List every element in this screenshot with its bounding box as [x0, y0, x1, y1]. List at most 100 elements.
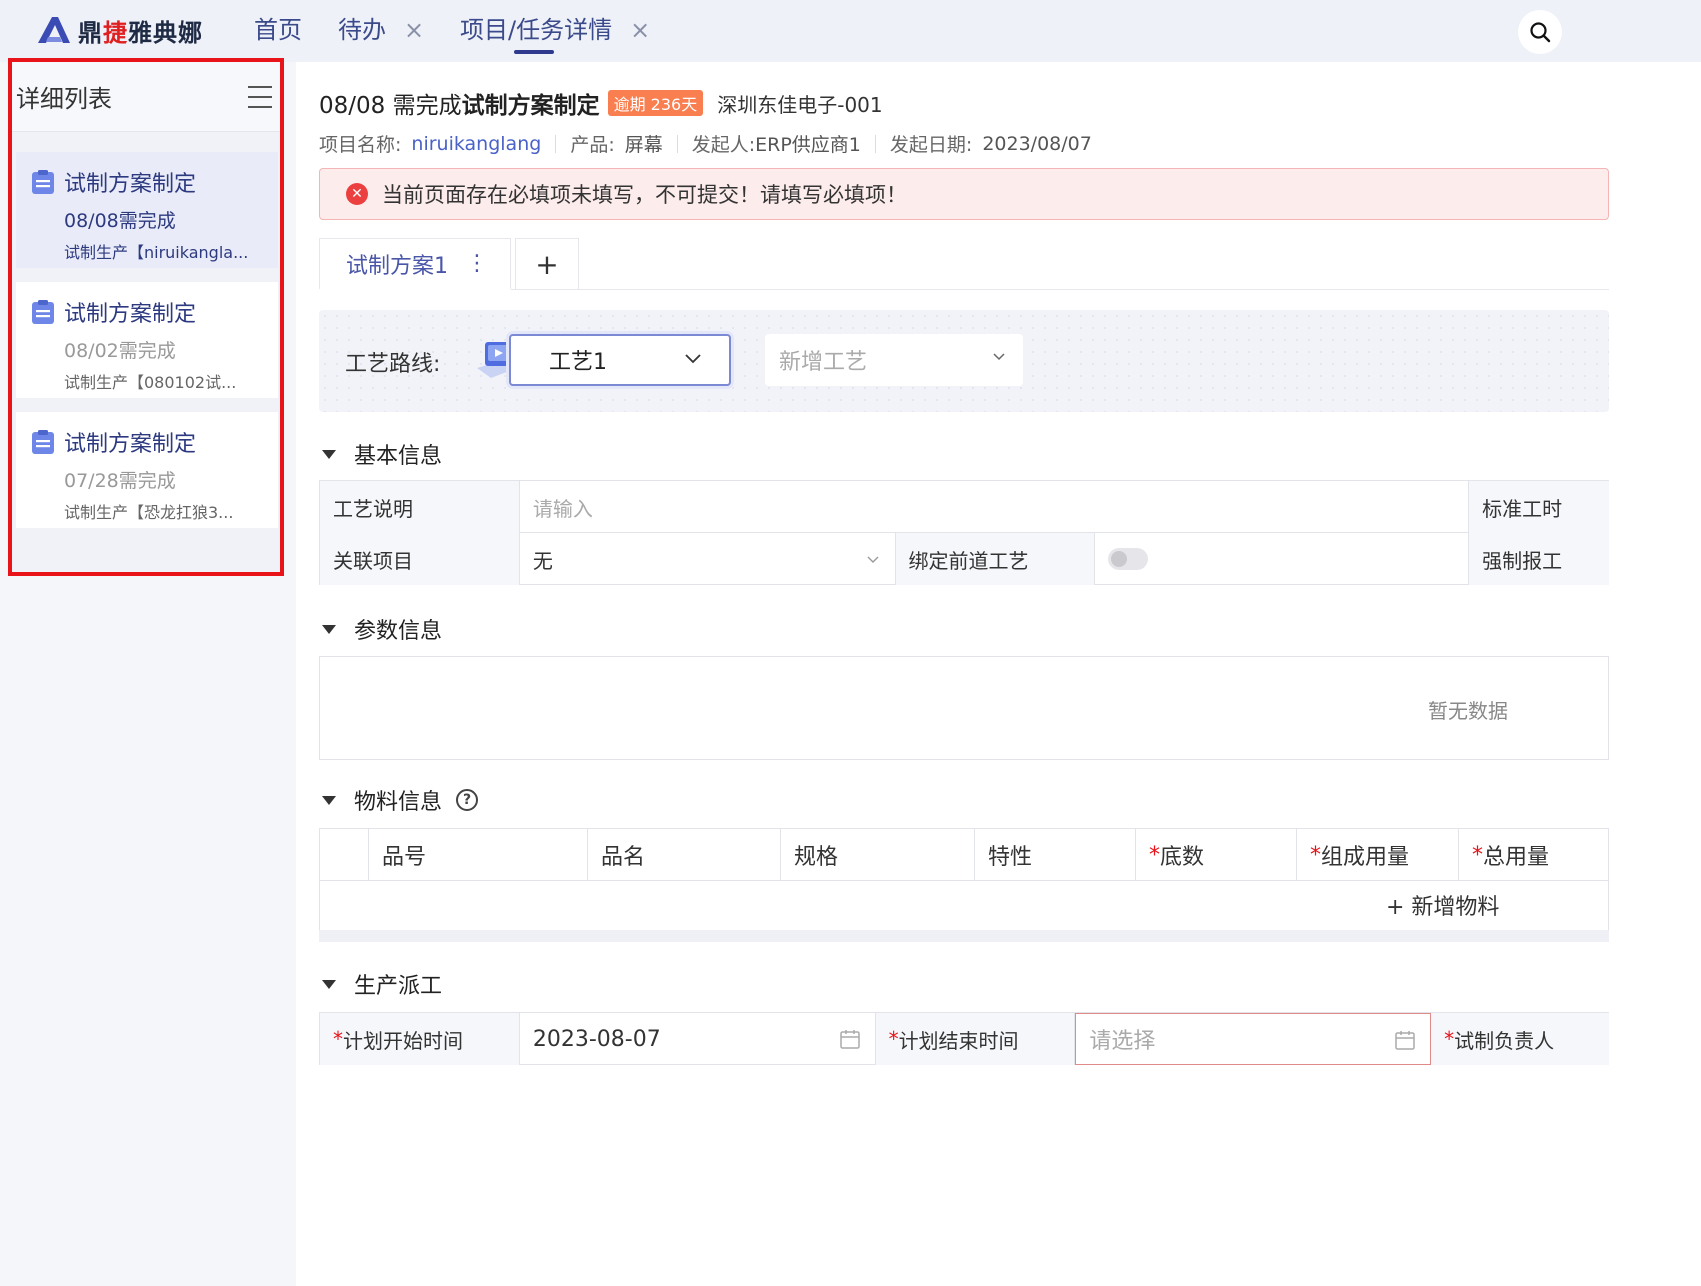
logo-mark-icon [38, 17, 70, 43]
route-select[interactable]: 工艺1 [509, 334, 731, 386]
project-link[interactable]: niruikanglang [411, 133, 541, 155]
nav-tab-home[interactable]: 首页 [254, 10, 302, 50]
column-header: * 组成用量 [1297, 829, 1459, 881]
collapse-icon [322, 449, 336, 459]
list-item-subtitle: 试制生产【niruikangla... [64, 243, 249, 262]
field-label: 强制报工 [1469, 533, 1609, 585]
nav-tab-task-detail[interactable]: 项目/任务详情 × [460, 10, 650, 54]
add-route-placeholder: 新增工艺 [779, 350, 868, 375]
field-label: 关联项目 [320, 533, 520, 585]
search-button[interactable] [1518, 10, 1562, 54]
close-icon[interactable]: × [404, 10, 424, 50]
tab-plan-1[interactable]: 试制方案1 ⋮ [319, 238, 511, 290]
list-item[interactable]: 试制方案制定 08/02需完成 试制生产【080102试... [16, 282, 278, 398]
list-item-subtitle: 试制生产【恐龙扛狼3... [64, 503, 234, 522]
empty-state: 暂无数据 [1428, 699, 1508, 723]
list-item-subtitle: 试制生产【080102试... [64, 373, 237, 392]
chevron-down-icon [993, 353, 1005, 361]
list-item-title: 试制方案制定 [64, 432, 197, 457]
error-alert: ✕ 当前页面存在必填项未填写，不可提交！请填写必填项！ [319, 168, 1609, 220]
nav-tab-todo[interactable]: 待办 × [338, 10, 424, 50]
field-label: * 计划开始时间 [320, 1013, 520, 1065]
initiator-value: ERP供应商1 [755, 134, 861, 156]
list-item-due: 08/02需完成 [64, 340, 176, 362]
column-header: 品号 [369, 829, 588, 881]
detail-list-header: 详细列表 [12, 62, 280, 132]
plan-tabs: 试制方案1 ⋮ + [319, 238, 1609, 290]
detail-list: 详细列表 试制方案制定 08/08需完成 试制生产【niruikangla... [12, 62, 280, 574]
section-materials[interactable]: 物料信息 ? [322, 784, 479, 816]
collapse-icon [322, 979, 336, 989]
process-description-input[interactable]: 请输入 [520, 481, 1470, 533]
section-basic-info[interactable]: 基本信息 [322, 438, 442, 470]
checkbox-column [320, 829, 369, 881]
task-detail-main: 08/08 需完成 试制方案制定 逾期 236天 深圳东佳电子-001 项目名称… [296, 62, 1701, 1286]
list-item-due: 07/28需完成 [64, 470, 176, 492]
section-title: 基本信息 [354, 444, 443, 469]
field-label: 标准工时 [1469, 481, 1609, 533]
section-title: 生产派工 [354, 974, 443, 999]
app-logo[interactable]: 鼎捷雅典娜 [36, 10, 203, 50]
task-meta: 项目名称: niruikanglang 产品: 屏幕 发起人: ERP供应商1 … [319, 130, 1092, 157]
related-project-value: 无 [532, 548, 553, 573]
table-footer-bar [319, 930, 1609, 942]
start-date-label: 发起日期: [889, 134, 973, 156]
list-item-title: 试制方案制定 [64, 302, 197, 327]
section-params[interactable]: 参数信息 [322, 613, 442, 645]
more-icon[interactable]: ⋮ [466, 251, 488, 276]
route-label: 工艺路线: [345, 352, 441, 377]
start-date-value: 2023/08/07 [982, 132, 1092, 155]
plan-start-date-value: 2023-08-07 [532, 1026, 661, 1052]
section-dispatch[interactable]: 生产派工 [322, 968, 442, 1000]
company-name: 深圳东佳电子-001 [717, 92, 883, 117]
field-label: * 计划结束时间 [875, 1013, 1076, 1065]
section-title: 参数信息 [354, 619, 443, 644]
plan-end-date-placeholder: 请选择 [1089, 1029, 1156, 1054]
task-name: 试制方案制定 [461, 93, 600, 119]
route-section: 工艺路线: 工艺1 新增工艺 [319, 310, 1609, 412]
column-header: * 底数 [1136, 829, 1297, 881]
column-header: * 总用量 [1472, 842, 1550, 871]
due-date-text: 08/08 需完成 [319, 93, 462, 119]
top-bar: 鼎捷雅典娜 首页 待办 × 项目/任务详情 × [0, 0, 1701, 62]
help-icon[interactable]: ? [456, 789, 479, 811]
nav-tab-label: 项目/任务详情 [460, 16, 613, 44]
product-value: 屏幕 [624, 134, 663, 156]
list-item[interactable]: 试制方案制定 07/28需完成 试制生产【恐龙扛狼3... [16, 412, 278, 528]
detail-list-panel: 详细列表 试制方案制定 08/08需完成 试制生产【niruikangla... [0, 62, 294, 1286]
detail-list-title: 详细列表 [16, 85, 112, 113]
nav-tab-label: 待办 [338, 16, 386, 44]
related-project-select[interactable]: 无 [520, 533, 896, 585]
calendar-icon [1395, 1031, 1415, 1050]
logo-text: 鼎捷雅典娜 [78, 18, 203, 47]
search-icon [1530, 22, 1551, 43]
add-route-select[interactable]: 新增工艺 [765, 334, 1023, 386]
list-item-title: 试制方案制定 [64, 172, 197, 197]
page-title: 08/08 需完成 试制方案制定 逾期 236天 深圳东佳电子-001 [319, 86, 883, 120]
close-icon[interactable]: × [630, 10, 650, 50]
chevron-down-icon [867, 556, 879, 563]
alert-message: 当前页面存在必填项未填写，不可提交！请填写必填项！ [382, 183, 907, 207]
document-icon [32, 170, 54, 194]
plan-start-date-input[interactable]: 2023-08-07 [520, 1013, 876, 1065]
plan-end-date-input[interactable]: 请选择 [1075, 1013, 1432, 1065]
table-header: 品号 品名 规格 特性 * 底数 * 组成用量 * 总用量 [320, 829, 1608, 881]
dispatch-form: * 计划开始时间 2023-08-07 * 计划结束时间 请选择 * 试制负责人 [319, 1012, 1609, 1065]
initiator-label: 发起人: [691, 134, 756, 156]
add-material-button[interactable]: + 新增物料 [1386, 889, 1499, 921]
bind-prev-process-toggle[interactable] [1108, 548, 1149, 570]
menu-icon[interactable] [248, 85, 274, 109]
list-item[interactable]: 试制方案制定 08/08需完成 试制生产【niruikangla... [16, 152, 278, 268]
field-label: 工艺说明 [320, 481, 520, 533]
project-label: 项目名称: [319, 134, 402, 156]
nav-tab-label: 首页 [254, 16, 302, 44]
section-title: 物料信息 [354, 790, 443, 815]
add-plan-button[interactable]: + [515, 238, 579, 290]
column-header: 规格 [781, 829, 975, 881]
params-table: 暂无数据 [319, 656, 1609, 760]
field-label: * 试制负责人 [1431, 1013, 1609, 1065]
tab-label: 试制方案1 [346, 253, 448, 279]
document-icon [32, 430, 54, 454]
list-item-due: 08/08需完成 [64, 210, 176, 232]
calendar-icon [839, 1030, 860, 1049]
